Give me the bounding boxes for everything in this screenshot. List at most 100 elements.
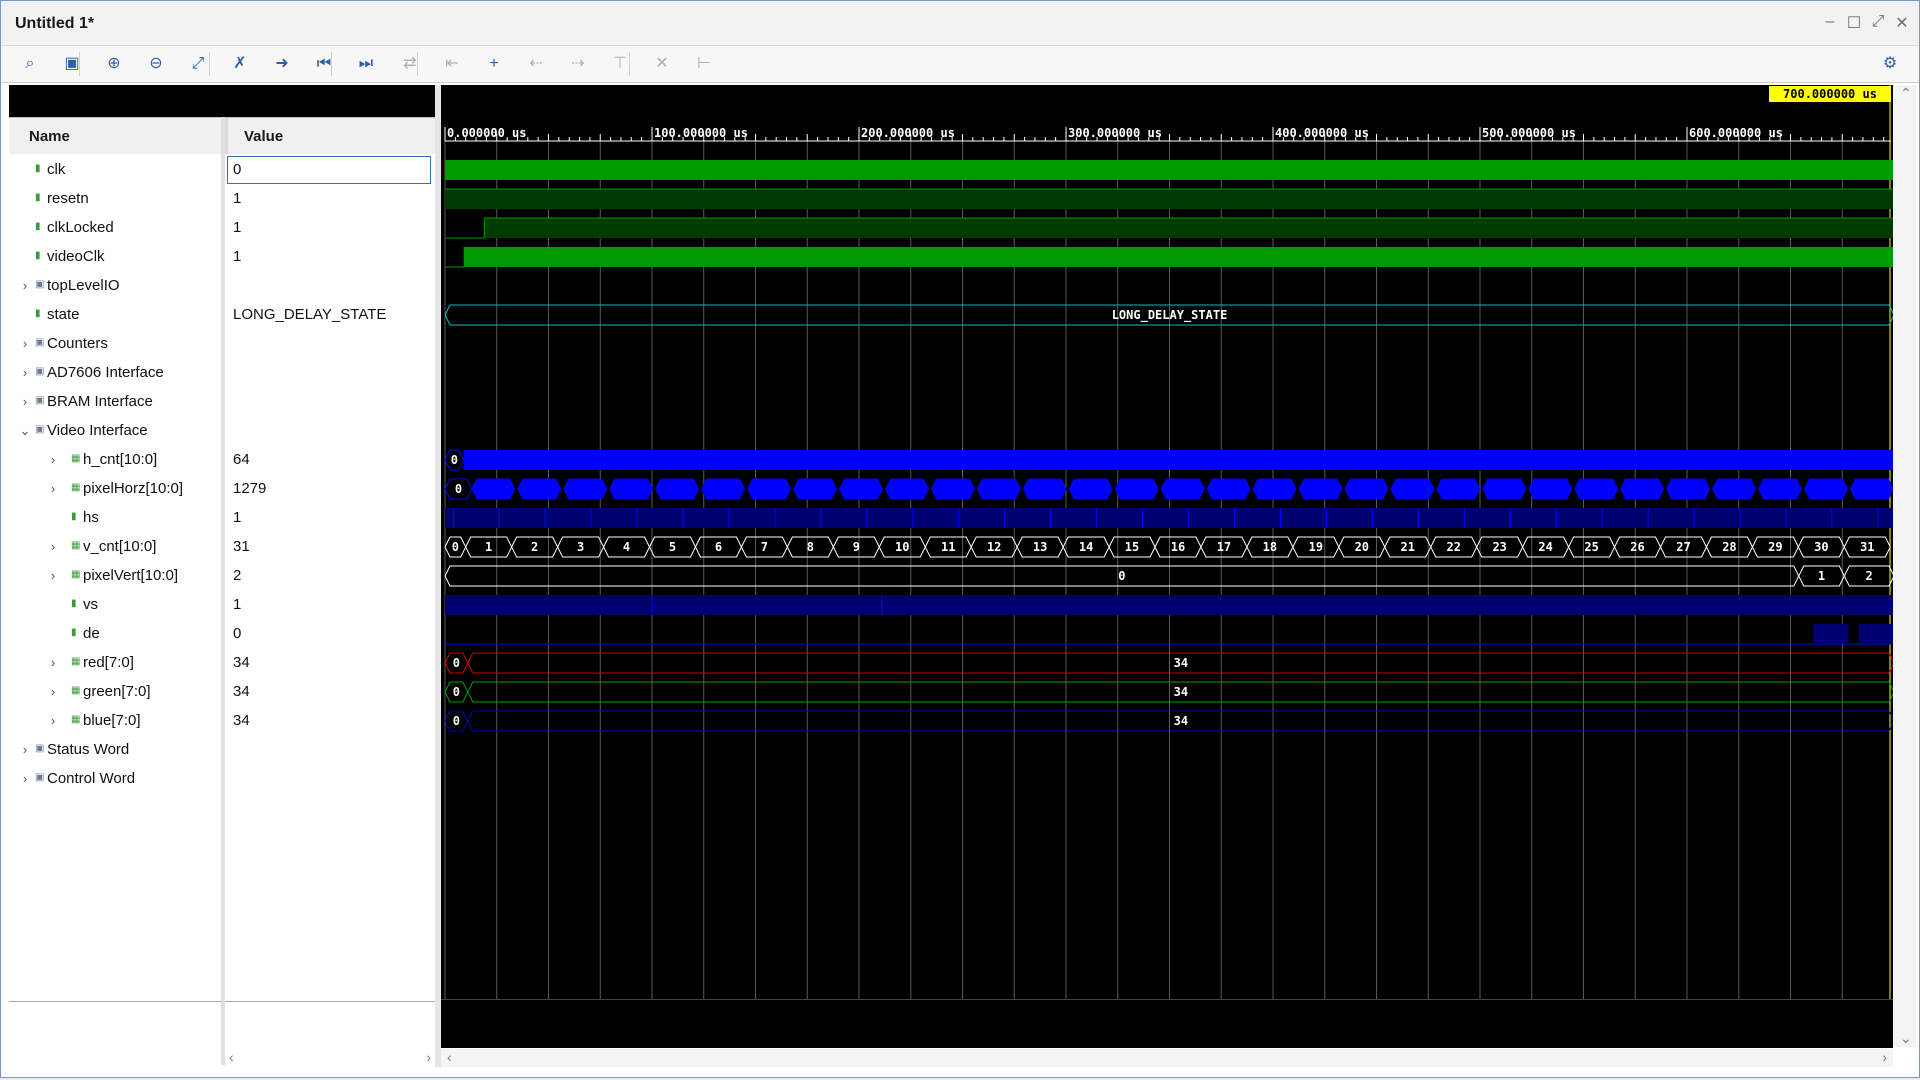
signal-row[interactable]: › ▣ topLevelIO	[9, 271, 221, 300]
chevron-right-icon[interactable]: ›	[47, 561, 59, 590]
pixelhorz-segment	[1114, 478, 1159, 500]
chevron-right-icon[interactable]: ›	[19, 271, 31, 300]
delete-marker-icon[interactable]: ✕	[649, 51, 675, 77]
group-icon: ▣	[35, 772, 45, 783]
zoom-in-icon[interactable]: ⊕	[101, 51, 127, 77]
v-cnt-segment-label: 15	[1125, 540, 1139, 554]
go-to-end-icon[interactable]: ⏭	[353, 51, 379, 77]
signal-row[interactable]: › ▣ AD7606 Interface	[9, 358, 221, 387]
blue-wave-label: 0	[453, 714, 460, 728]
chevron-right-icon[interactable]: ›	[19, 735, 31, 764]
v-cnt-segment-label: 20	[1355, 540, 1369, 554]
chevron-right-icon[interactable]: ›	[19, 358, 31, 387]
previous-transition-icon[interactable]: ⇤	[439, 51, 465, 77]
previous-marker-icon[interactable]: ⇠	[523, 51, 549, 77]
cursor-time-label[interactable]: 700.000000 us	[1769, 86, 1891, 102]
waveform-footer	[441, 999, 1893, 1048]
chevron-right-icon[interactable]: ›	[47, 648, 59, 677]
signal-name: vs	[83, 596, 98, 613]
chevron-right-icon[interactable]: ›	[19, 329, 31, 358]
signal-row[interactable]: › ▦ h_cnt[10:0]	[9, 445, 221, 474]
name-column-header[interactable]: Name	[29, 128, 70, 145]
scope-header-strip	[9, 85, 435, 117]
scroll-left-icon[interactable]: ‹	[447, 1049, 452, 1065]
scroll-right-icon[interactable]: ›	[426, 1049, 431, 1065]
signal-icon: ▮	[71, 598, 77, 609]
chevron-right-icon[interactable]: ›	[47, 706, 59, 735]
signal-row[interactable]: ▮ hs	[9, 503, 221, 532]
chevron-right-icon[interactable]: ›	[19, 764, 31, 793]
zoom-out-icon[interactable]: ⊖	[143, 51, 169, 77]
signal-row[interactable]: ▮ clkLocked	[9, 213, 221, 242]
cursor-to-zero-icon[interactable]: ✗	[227, 51, 253, 77]
signal-value: 1	[233, 219, 242, 236]
pixelhorz-segment	[1022, 478, 1067, 500]
scroll-up-icon[interactable]: ⌃	[1900, 85, 1912, 102]
save-icon[interactable]: ▣	[59, 51, 85, 77]
minimize-icon[interactable]: –	[1819, 13, 1841, 31]
signal-row[interactable]: › ▦ v_cnt[10:0]	[9, 532, 221, 561]
bus-icon: ▦	[71, 656, 81, 667]
signal-row[interactable]: ⌄ ▣ Video Interface	[9, 416, 221, 445]
signal-row[interactable]: › ▣ BRAM Interface	[9, 387, 221, 416]
signal-row[interactable]: › ▣ Status Word	[9, 735, 221, 764]
swap-cursors-icon[interactable]: ⇄	[397, 51, 423, 77]
signal-row[interactable]: ▮ de	[9, 619, 221, 648]
search-icon[interactable]: ⌕	[17, 51, 43, 77]
zoom-fit-icon[interactable]: ⤢	[185, 51, 211, 77]
cursor-to-marker-icon[interactable]: ➜	[269, 51, 295, 77]
next-marker-icon[interactable]: ⇢	[565, 51, 591, 77]
float-window-icon[interactable]: ⤢	[1867, 13, 1889, 31]
signal-row[interactable]: › ▣ Counters	[9, 329, 221, 358]
hs-wave	[445, 508, 1893, 528]
close-icon[interactable]: ✕	[1891, 13, 1913, 33]
signal-row[interactable]: ▮ state	[9, 300, 221, 329]
signal-value: 1	[233, 190, 242, 207]
signal-row[interactable]: › ▣ Control Word	[9, 764, 221, 793]
go-to-start-icon[interactable]: ⏮	[311, 51, 337, 77]
signal-row[interactable]: ▮ clk	[9, 155, 221, 184]
maximize-icon[interactable]: ☐	[1843, 13, 1865, 33]
de-pulse	[1858, 624, 1893, 644]
chevron-right-icon[interactable]: ›	[47, 532, 59, 561]
gear-icon[interactable]: ⚙	[1877, 51, 1903, 77]
scroll-down-icon[interactable]: ⌄	[1900, 1030, 1912, 1047]
signal-row[interactable]: › ▦ green[7:0]	[9, 677, 221, 706]
value-column-header[interactable]: Value	[244, 128, 283, 145]
pixelhorz-segment	[1849, 478, 1893, 500]
signal-row[interactable]: › ▦ pixelVert[10:0]	[9, 561, 221, 590]
pixelhorz-segment	[1666, 478, 1711, 500]
v-cnt-segment-label: 4	[623, 540, 630, 554]
signal-name: AD7606 Interface	[47, 364, 164, 381]
red-wave-label: 0	[453, 656, 460, 670]
signal-row[interactable]: › ▦ blue[7:0]	[9, 706, 221, 735]
waveform-vertical-scrollbar[interactable]: ⌃ ⌄	[1893, 85, 1917, 1047]
chevron-right-icon[interactable]: ›	[47, 474, 59, 503]
chevron-right-icon[interactable]: ›	[47, 677, 59, 706]
chevron-right-icon[interactable]: ›	[47, 445, 59, 474]
ruler-tick-label: 0.000000 us	[447, 126, 526, 140]
signal-row[interactable]: › ▦ pixelHorz[10:0]	[9, 474, 221, 503]
waveform-canvas[interactable]: 0.000000 us 100.000000 us 200.000000 us 300…	[441, 85, 1893, 1047]
signal-row[interactable]: › ▦ red[7:0]	[9, 648, 221, 677]
marker-range-icon[interactable]: ⊢	[691, 51, 717, 77]
scroll-left-icon[interactable]: ‹	[229, 1049, 234, 1065]
toolbar-separator	[629, 52, 630, 76]
signal-name: resetn	[47, 190, 89, 207]
value-horizontal-scrollbar[interactable]: ‹ ›	[225, 1049, 435, 1067]
signal-value: 1	[233, 509, 242, 526]
chevron-right-icon[interactable]: ›	[19, 387, 31, 416]
signal-row[interactable]: ▮ resetn	[9, 184, 221, 213]
signal-row[interactable]: ▮ vs	[9, 590, 221, 619]
pixelhorz-segment	[563, 478, 608, 500]
pixelhorz-segment	[1574, 478, 1619, 500]
signal-row[interactable]: ▮ videoClk	[9, 242, 221, 271]
toolbar-separator	[331, 52, 332, 76]
scroll-right-icon[interactable]: ›	[1882, 1049, 1887, 1065]
chevron-down-icon[interactable]: ⌄	[19, 416, 31, 445]
waveform-horizontal-scrollbar[interactable]: ‹ ›	[441, 1049, 1893, 1067]
pixelhorz-segment	[1160, 478, 1205, 500]
group-icon: ▣	[35, 424, 45, 435]
add-marker-icon[interactable]: +	[481, 51, 507, 77]
pixelhorz-segment	[1620, 478, 1665, 500]
